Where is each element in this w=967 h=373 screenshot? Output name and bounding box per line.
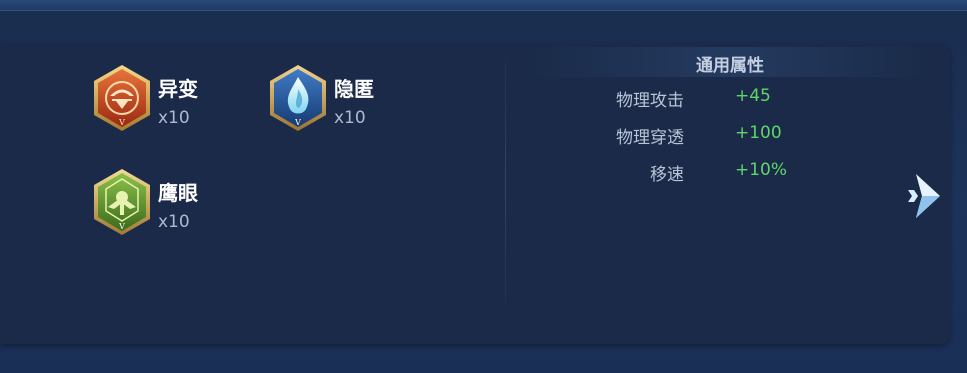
- stealth-emblem-icon: V: [270, 65, 326, 131]
- stat-value: +45: [735, 86, 771, 106]
- stat-row: 移速 +10%: [560, 160, 920, 186]
- rune-name: 隐匿: [334, 77, 374, 101]
- rune-item-mutation[interactable]: V 异变 x10: [90, 63, 220, 133]
- panel-divider: [505, 58, 506, 306]
- mutation-emblem-icon: V: [94, 65, 150, 131]
- rune-item-stealth[interactable]: V 隐匿 x10: [266, 63, 396, 133]
- svg-text:V: V: [118, 118, 125, 127]
- stat-row: 物理穿透 +100: [560, 123, 920, 149]
- stat-label: 移速: [650, 165, 684, 185]
- stat-row: 物理攻击 +45: [560, 86, 920, 112]
- chevron-right-icon: [908, 174, 940, 218]
- stat-value: +10%: [735, 160, 788, 180]
- rune-count: x10: [334, 108, 366, 128]
- rune-name: 鹰眼: [158, 181, 198, 205]
- rune-name: 异变: [158, 77, 198, 101]
- rune-count: x10: [158, 212, 190, 232]
- stat-value: +100: [735, 123, 782, 143]
- hawk-eye-emblem-icon: V: [94, 169, 150, 235]
- svg-text:V: V: [294, 118, 301, 127]
- rune-item-hawk-eye[interactable]: V 鹰眼 x10: [90, 167, 220, 237]
- top-bar: [0, 0, 967, 11]
- stats-title: 通用属性: [696, 56, 764, 76]
- rune-preview-screen: V 异变 x10 V 隐匿 x10 V 鹰眼 x10 通用属性 物理攻击 +45…: [0, 0, 967, 373]
- stat-label: 物理攻击: [616, 91, 684, 111]
- next-page-button[interactable]: [904, 168, 948, 224]
- stat-label: 物理穿透: [616, 128, 684, 148]
- svg-text:V: V: [118, 222, 125, 231]
- rune-count: x10: [158, 108, 190, 128]
